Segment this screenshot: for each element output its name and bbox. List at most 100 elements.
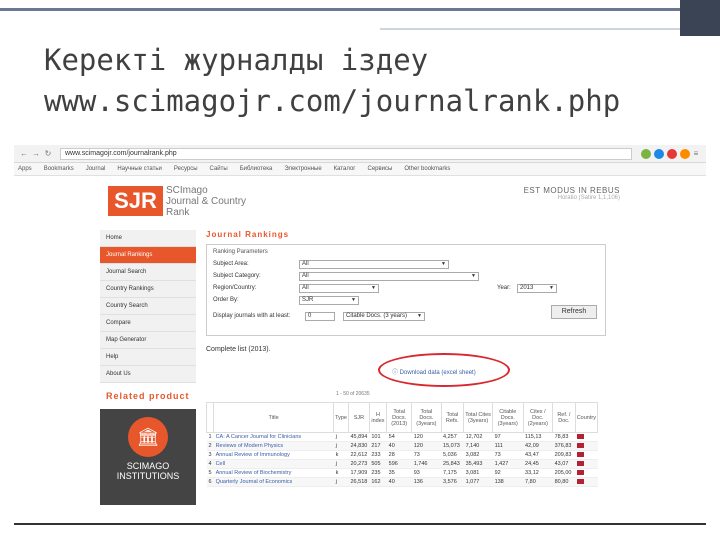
journal-title-link[interactable]: Annual Review of Immunology <box>213 450 334 460</box>
nav-about-us[interactable]: About Us <box>100 366 196 383</box>
column-header[interactable]: Citable Docs. (3years) <box>492 402 524 433</box>
chevron-down-icon: ▼ <box>417 313 422 319</box>
display-basis-select[interactable]: Citable Docs. (3 years) ▼ <box>343 312 425 321</box>
journal-title-link[interactable]: Reviews of Modern Physics <box>213 441 334 451</box>
nav-journal-search[interactable]: Journal Search <box>100 264 196 281</box>
ranking-parameters: Ranking Parameters Subject Area: All ▼ Su… <box>206 244 606 336</box>
flag-icon <box>577 451 585 457</box>
journal-title-link[interactable]: Cell <box>213 459 334 469</box>
region-country-select[interactable]: All ▼ <box>299 284 379 293</box>
table-cell: 3 <box>206 450 214 460</box>
back-icon[interactable]: ← <box>18 149 30 158</box>
bookmark-item[interactable]: Сервисы <box>367 166 392 172</box>
address-bar[interactable]: www.scimagojr.com/journalrank.php <box>60 147 632 160</box>
journal-title-link[interactable]: CA: A Cancer Journal for Clinicians <box>213 432 334 442</box>
chevron-down-icon: ▼ <box>549 285 554 291</box>
extension-icon[interactable] <box>654 148 664 159</box>
extension-icon[interactable] <box>641 148 651 159</box>
order-by-select[interactable]: SJR ▼ <box>299 296 359 305</box>
reload-icon[interactable]: ↻ <box>42 149 54 158</box>
bookmark-item[interactable]: Bookmarks <box>44 166 74 172</box>
slide-title: Керекті журналды іздеу www.scimagojr.com… <box>44 40 684 122</box>
bookmark-item[interactable]: Ресурсы <box>174 166 198 172</box>
table-cell: 6 <box>206 477 214 487</box>
table-cell: j <box>333 477 349 487</box>
table-cell: 111 <box>492 441 524 451</box>
column-header[interactable]: Total Cites (3years) <box>463 402 494 433</box>
bookmark-item[interactable]: Apps <box>18 166 32 172</box>
country-flag-icon <box>575 468 598 478</box>
bookmark-item[interactable]: Библиотека <box>240 166 273 172</box>
nav-help[interactable]: Help <box>100 349 196 366</box>
browser-toolbar: ← → ↻ www.scimagojr.com/journalrank.php … <box>14 145 706 163</box>
flag-icon <box>577 433 585 439</box>
select-value: All <box>302 261 309 267</box>
column-header[interactable]: Total Docs. (3years) <box>411 402 442 433</box>
motto-text: EST MODUS IN REBUS <box>523 186 620 195</box>
table-cell: 17,909 <box>348 468 370 478</box>
select-value: All <box>302 273 309 279</box>
bookmark-item[interactable]: Сайты <box>210 166 228 172</box>
table-cell: 43,47 <box>523 450 553 460</box>
table-cell: 73 <box>411 450 442 460</box>
nav-map-generator[interactable]: Map Generator <box>100 332 196 349</box>
chevron-down-icon: ▼ <box>441 261 446 267</box>
table-cell: 40 <box>386 441 412 451</box>
column-header[interactable]: Title <box>213 402 335 433</box>
table-row[interactable]: 1 CA: A Cancer Journal for Clinicians j 45,… <box>206 432 598 442</box>
table-cell: 505 <box>369 459 387 469</box>
column-header[interactable]: Cites / Doc. (2years) <box>522 402 554 433</box>
extension-icon[interactable] <box>667 148 677 159</box>
table-row[interactable]: 5 Annual Review of Biochemistry k 17,909 235… <box>206 468 598 478</box>
table-row[interactable]: 4 Cell j 20,273 505 596 1,746 25,843 35,493 1,427… <box>206 459 598 469</box>
table-cell: 376,83 <box>552 441 576 451</box>
table-cell: 78,83 <box>552 432 576 442</box>
select-value: 2013 <box>520 285 534 291</box>
nav-home[interactable]: Home <box>100 230 196 247</box>
display-min-input[interactable]: 0 <box>305 312 335 321</box>
bookmark-item[interactable]: Journal <box>86 166 106 172</box>
bookmark-item[interactable]: Научные статьи <box>117 166 161 172</box>
menu-icon[interactable]: ≡ <box>690 149 702 158</box>
slide-bottom-rule <box>14 523 706 525</box>
subject-area-select[interactable]: All ▼ <box>299 260 449 269</box>
column-header[interactable]: SJR <box>348 402 370 433</box>
flag-icon <box>577 469 585 475</box>
journal-title-link[interactable]: Quarterly Journal of Economics <box>213 477 334 487</box>
year-select[interactable]: 2013 ▼ <box>517 284 557 293</box>
nav-compare[interactable]: Compare <box>100 315 196 332</box>
table-cell: 43,07 <box>552 459 576 469</box>
table-cell: 138 <box>492 477 524 487</box>
column-header[interactable]: Type <box>333 402 349 433</box>
nav-journal-rankings[interactable]: Journal Rankings <box>100 247 196 264</box>
nav-country-rankings[interactable]: Country Rankings <box>100 281 196 298</box>
forward-icon[interactable]: → <box>30 149 42 158</box>
column-header[interactable]: Total Refs. <box>440 402 465 433</box>
bookmark-item[interactable]: Other bookmarks <box>404 166 450 172</box>
bookmark-item[interactable]: Электронные <box>284 166 321 172</box>
table-cell: 5,036 <box>441 450 464 460</box>
table-cell: j <box>333 432 349 442</box>
subject-category-select[interactable]: All ▼ <box>299 272 479 281</box>
column-header[interactable]: Total Docs. (2013) <box>386 402 413 433</box>
left-nav: Home Journal Rankings Journal Search Cou… <box>100 230 196 505</box>
table-row[interactable]: 3 Annual Review of Immunology k 22,612 233 28… <box>206 450 598 460</box>
table-cell: 120 <box>411 441 442 451</box>
sjr-logo[interactable]: SJR <box>108 186 163 216</box>
nav-country-search[interactable]: Country Search <box>100 298 196 315</box>
refresh-button[interactable]: Refresh <box>551 305 597 319</box>
download-data-link[interactable]: ⓘ Download data (excel sheet) <box>392 367 476 376</box>
column-header[interactable] <box>205 402 215 433</box>
column-header[interactable]: Country <box>574 402 599 433</box>
extension-icon[interactable] <box>680 148 690 159</box>
column-header[interactable]: Ref. / Doc. <box>552 402 576 433</box>
column-header[interactable]: H index <box>368 402 388 433</box>
journal-title-link[interactable]: Annual Review of Biochemistry <box>213 468 334 478</box>
table-cell: 120 <box>411 432 442 442</box>
bookmark-item[interactable]: Каталог <box>334 166 356 172</box>
country-flag-icon <box>575 477 598 487</box>
logo-line: Rank <box>166 207 190 218</box>
table-row[interactable]: 6 Quarterly Journal of Economics j 26,518 16… <box>206 477 598 487</box>
table-row[interactable]: 2 Reviews of Modern Physics j 24,830 217 40 12… <box>206 441 598 451</box>
scimago-institutions-banner[interactable]: 🏛 SCIMAGO INSTITUTIONS <box>100 409 196 505</box>
